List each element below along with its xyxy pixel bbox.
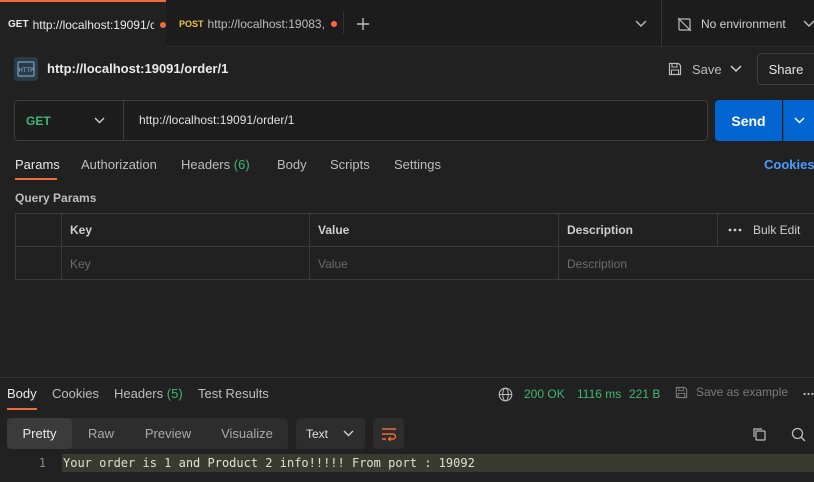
tab-method: GET — [8, 19, 29, 30]
copy-icon[interactable] — [751, 426, 767, 442]
wrap-lines-icon[interactable] — [373, 418, 404, 449]
chevron-down-icon — [343, 430, 354, 437]
new-tab-plus-icon[interactable] — [353, 14, 373, 34]
svg-text:HTTP: HTTP — [18, 67, 34, 74]
more-options-icon[interactable] — [727, 228, 743, 232]
tab-settings[interactable]: Settings — [394, 157, 441, 172]
environment-chevron-icon[interactable] — [802, 14, 814, 34]
param-value-input[interactable]: Value — [310, 247, 559, 280]
save-as-example-label: Save as example — [696, 385, 789, 399]
response-tab-test-results[interactable]: Test Results — [198, 386, 269, 401]
no-environment-icon — [676, 16, 692, 32]
headers-count: (6) — [233, 157, 250, 172]
active-tab-underline — [15, 178, 57, 180]
save-button[interactable]: Save — [667, 60, 722, 78]
environment-selector[interactable]: No environment — [676, 14, 786, 34]
cookies-link[interactable]: Cookies — [764, 157, 814, 172]
response-headers-label: Headers — [114, 386, 164, 401]
unsaved-dot — [160, 21, 166, 28]
globe-icon[interactable] — [497, 386, 513, 402]
response-tab-cookies[interactable]: Cookies — [52, 386, 99, 401]
url-input[interactable]: http://localhost:19091/order/1 — [139, 113, 294, 127]
save-icon — [667, 61, 683, 77]
response-tab-headers[interactable]: Headers (5) — [114, 386, 183, 401]
response-size[interactable]: 221 B — [629, 387, 660, 401]
method-select[interactable]: GET — [15, 101, 124, 140]
request-tab-get[interactable]: GET http://localhost:19091/c — [0, 0, 166, 47]
bulk-edit-cell: Bulk Edit — [718, 214, 814, 247]
method-label: GET — [26, 113, 51, 128]
format-label: Text — [306, 426, 329, 441]
send-options-button[interactable] — [783, 100, 814, 141]
tab-headers[interactable]: Headers (6) — [181, 157, 250, 172]
column-header-value: Value — [310, 214, 559, 247]
status-code[interactable]: 200 OK — [524, 387, 565, 401]
row-checkbox-cell[interactable] — [16, 247, 62, 280]
save-as-example-button[interactable]: Save as example — [674, 385, 788, 399]
response-divider — [0, 377, 814, 378]
bulk-edit-button[interactable]: Bulk Edit — [753, 223, 800, 237]
tab-body[interactable]: Body — [277, 157, 307, 172]
column-header-description: Description — [559, 214, 718, 247]
share-button[interactable]: Share — [757, 53, 814, 85]
line-number: 1 — [38, 456, 46, 470]
request-tab-post[interactable]: POST http://localhost:19083, — [172, 0, 340, 47]
tab-title: http://localhost:19083, — [207, 16, 325, 31]
divider — [343, 12, 344, 34]
search-icon[interactable] — [790, 426, 807, 442]
column-header-key: Key — [62, 214, 310, 247]
save-icon — [674, 385, 688, 399]
chevron-down-icon — [793, 117, 805, 124]
response-headers-count: (5) — [166, 386, 183, 401]
tab-params[interactable]: Params — [15, 157, 60, 172]
tab-scripts[interactable]: Scripts — [330, 157, 370, 172]
environment-label: No environment — [701, 17, 786, 31]
checkbox-header-cell — [16, 214, 62, 247]
more-options-icon[interactable] — [803, 389, 814, 399]
send-button[interactable]: Send — [715, 100, 782, 141]
tab-authorization[interactable]: Authorization — [81, 157, 157, 172]
view-mode-raw[interactable]: Raw — [72, 418, 130, 449]
active-tab-underline — [7, 408, 37, 410]
unsaved-dot — [330, 20, 337, 27]
http-request-icon: HTTP — [14, 57, 38, 81]
query-params-table: Key Value Description Bulk Edit Key Valu… — [15, 213, 814, 280]
chevron-down-icon — [94, 115, 106, 127]
divider — [661, 0, 662, 47]
view-mode-visualize[interactable]: Visualize — [206, 418, 288, 449]
view-mode-pretty[interactable]: Pretty — [7, 418, 72, 449]
tab-method: POST — [179, 18, 204, 29]
tabs-dropdown-chevron-icon[interactable] — [632, 14, 650, 34]
response-body-line[interactable]: Your order is 1 and Product 2 info!!!!! … — [62, 454, 814, 472]
param-description-input[interactable]: Description — [559, 247, 814, 280]
tab-headers-label: Headers — [181, 157, 231, 172]
tab-title: http://localhost:19091/c — [32, 17, 155, 32]
save-options-chevron-icon[interactable] — [728, 62, 744, 76]
save-label: Save — [692, 61, 722, 77]
request-name[interactable]: http://localhost:19091/order/1 — [47, 61, 228, 76]
param-key-input[interactable]: Key — [62, 247, 310, 280]
view-mode-preview[interactable]: Preview — [130, 418, 206, 449]
format-select[interactable]: Text — [296, 418, 365, 449]
query-params-title: Query Params — [15, 191, 97, 205]
response-tab-body[interactable]: Body — [7, 386, 37, 401]
response-time[interactable]: 1116 ms — [577, 387, 621, 401]
